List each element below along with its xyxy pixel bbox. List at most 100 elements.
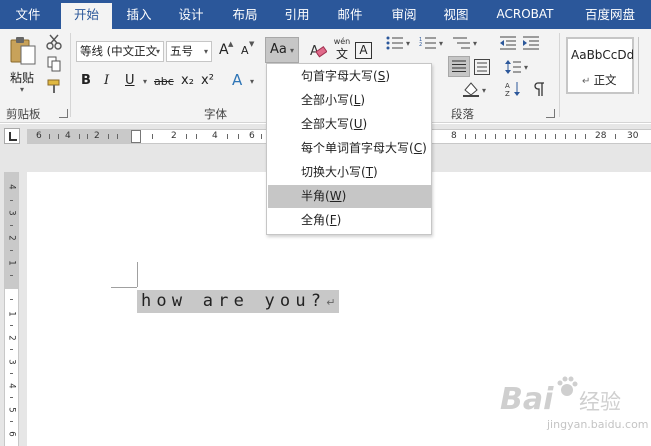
text-effects-dropdown-icon[interactable]: ▾ [250, 77, 254, 86]
paste-icon[interactable] [9, 36, 37, 66]
line-spacing-icon[interactable] [505, 59, 521, 75]
tab-layout[interactable]: 布局 [222, 0, 268, 29]
phonetic-guide-top: wén [333, 37, 351, 46]
decrease-indent-icon[interactable] [500, 36, 516, 50]
document-selected-text[interactable]: how are you?↵ [137, 290, 340, 313]
menu-item-full-width[interactable]: 全角(F) [268, 209, 431, 232]
menu-item-lowercase[interactable]: 全部小写(L) [268, 89, 431, 112]
bullets-dropdown-icon[interactable]: ▾ [406, 39, 410, 48]
vertical-ruler[interactable]: 4 3 2 1 1 2 3 4 5 6 [4, 172, 19, 446]
numbering-dropdown-icon[interactable]: ▾ [439, 39, 443, 48]
ruler-tick [575, 134, 576, 139]
ruler-number: 30 [627, 131, 639, 141]
group-separator [70, 33, 71, 117]
ruler-tick [505, 134, 506, 139]
tab-view[interactable]: 视图 [433, 0, 479, 29]
line-spacing-dropdown-icon[interactable]: ▾ [524, 63, 528, 72]
clipboard-group-label: 剪贴板 [6, 107, 41, 121]
shading-icon[interactable] [462, 81, 480, 97]
ruler-number: 1 [6, 311, 17, 317]
paste-label[interactable]: 粘贴 [10, 69, 34, 86]
paste-dropdown-arrow[interactable]: ▾ [20, 85, 24, 94]
ruler-tick [10, 250, 13, 251]
font-size-dropdown-icon[interactable]: ▾ [204, 42, 208, 61]
menu-item-toggle-case[interactable]: 切换大小写(T) [268, 161, 431, 184]
ruler-tick [465, 134, 466, 139]
ruler-tick [10, 299, 13, 300]
paragraph-dialog-launcher[interactable] [546, 109, 555, 118]
ruler-left-margin [27, 130, 138, 143]
copy-icon[interactable] [46, 56, 62, 72]
ruler-tick [261, 134, 262, 139]
menu-item-capitalize-each-word[interactable]: 每个单词首字母大写(C) [268, 137, 431, 160]
numbering-icon[interactable]: 12 [419, 36, 437, 50]
multilevel-list-dropdown-icon[interactable]: ▾ [473, 39, 477, 48]
bold-button[interactable]: B [81, 73, 91, 88]
ruler-tick [475, 134, 476, 139]
ruler-tick [79, 134, 80, 139]
margin-corner-mark [137, 262, 138, 287]
font-size-input[interactable]: 五号 ▾ [166, 41, 212, 62]
clipboard-dialog-launcher[interactable] [59, 109, 68, 118]
superscript-button[interactable]: x² [201, 73, 214, 88]
cut-icon[interactable] [46, 34, 62, 50]
font-name-dropdown-icon[interactable]: ▾ [156, 42, 160, 61]
tab-home[interactable]: 开始 [61, 3, 112, 29]
menu-item-sentence-case[interactable]: 句首字母大写(S) [268, 65, 431, 88]
tab-acrobat[interactable]: ACROBAT [488, 0, 562, 29]
tab-file[interactable]: 文件 [2, 0, 54, 29]
ruler-tick [585, 134, 586, 139]
menu-item-half-width[interactable]: 半角(W) [268, 185, 431, 208]
character-border-button[interactable]: A [355, 42, 372, 59]
ruler-tick [49, 134, 50, 139]
style-gallery-scroll[interactable] [638, 37, 651, 94]
watermark-brand-cn: 经验 [579, 390, 621, 414]
ruler-tick [515, 134, 516, 139]
ruler-tick [227, 134, 228, 139]
document-text: how are you? [141, 291, 327, 311]
phonetic-guide-button[interactable]: wén 文 [332, 37, 352, 63]
increase-indent-icon[interactable] [523, 36, 539, 50]
strikethrough-button[interactable]: abc [154, 75, 174, 88]
ruler-number: 4 [212, 131, 218, 141]
justify-button[interactable] [448, 56, 470, 77]
italic-button[interactable]: I [104, 73, 109, 88]
tab-references[interactable]: 引用 [274, 0, 320, 29]
shrink-font-button[interactable]: A [241, 44, 249, 57]
ruler-tick [10, 325, 13, 326]
show-paragraph-marks-icon[interactable] [532, 81, 546, 97]
ruler-number: 2 [94, 131, 100, 141]
ruler-tick [117, 134, 118, 139]
ruler-tick [555, 134, 556, 139]
tab-design[interactable]: 设计 [168, 0, 214, 29]
subscript-button[interactable]: x₂ [181, 73, 194, 88]
underline-dropdown-icon[interactable]: ▾ [143, 77, 147, 86]
tab-review[interactable]: 审阅 [381, 0, 427, 29]
clear-formatting-icon[interactable]: A [309, 42, 327, 58]
ruler-number: 2 [6, 335, 17, 341]
tab-baidu-netdisk[interactable]: 百度网盘 [576, 0, 644, 29]
text-effects-button[interactable]: A [232, 71, 242, 89]
font-name-input[interactable]: 等线 (中文正文 ▾ [76, 41, 164, 62]
tab-selector-icon[interactable] [4, 128, 20, 144]
tab-mailings[interactable]: 邮件 [327, 0, 373, 29]
ruler-tick [186, 134, 187, 139]
ruler-tick [58, 134, 59, 139]
font-group-label: 字体 [204, 107, 227, 121]
distributed-icon[interactable] [474, 59, 490, 75]
ruler-tick [525, 134, 526, 139]
indent-marker[interactable] [131, 130, 141, 143]
style-sample-text: AaBbCcDd [571, 48, 633, 62]
sort-icon[interactable]: AZ [505, 81, 521, 97]
change-case-button[interactable]: Aa ▾ [265, 37, 299, 63]
bullets-icon[interactable] [386, 36, 404, 50]
multilevel-list-icon[interactable] [453, 36, 471, 50]
style-normal-card[interactable]: AaBbCcDd ↵ 正文 [566, 37, 634, 94]
menu-item-uppercase[interactable]: 全部大写(U) [268, 113, 431, 136]
shading-dropdown-icon[interactable]: ▾ [482, 86, 486, 95]
underline-button[interactable]: U [125, 73, 135, 88]
format-painter-icon[interactable] [46, 78, 62, 94]
style-normal-label: ↵ 正文 [582, 73, 617, 87]
grow-font-arrow-icon: ▲ [228, 40, 234, 48]
tab-insert[interactable]: 插入 [116, 0, 162, 29]
